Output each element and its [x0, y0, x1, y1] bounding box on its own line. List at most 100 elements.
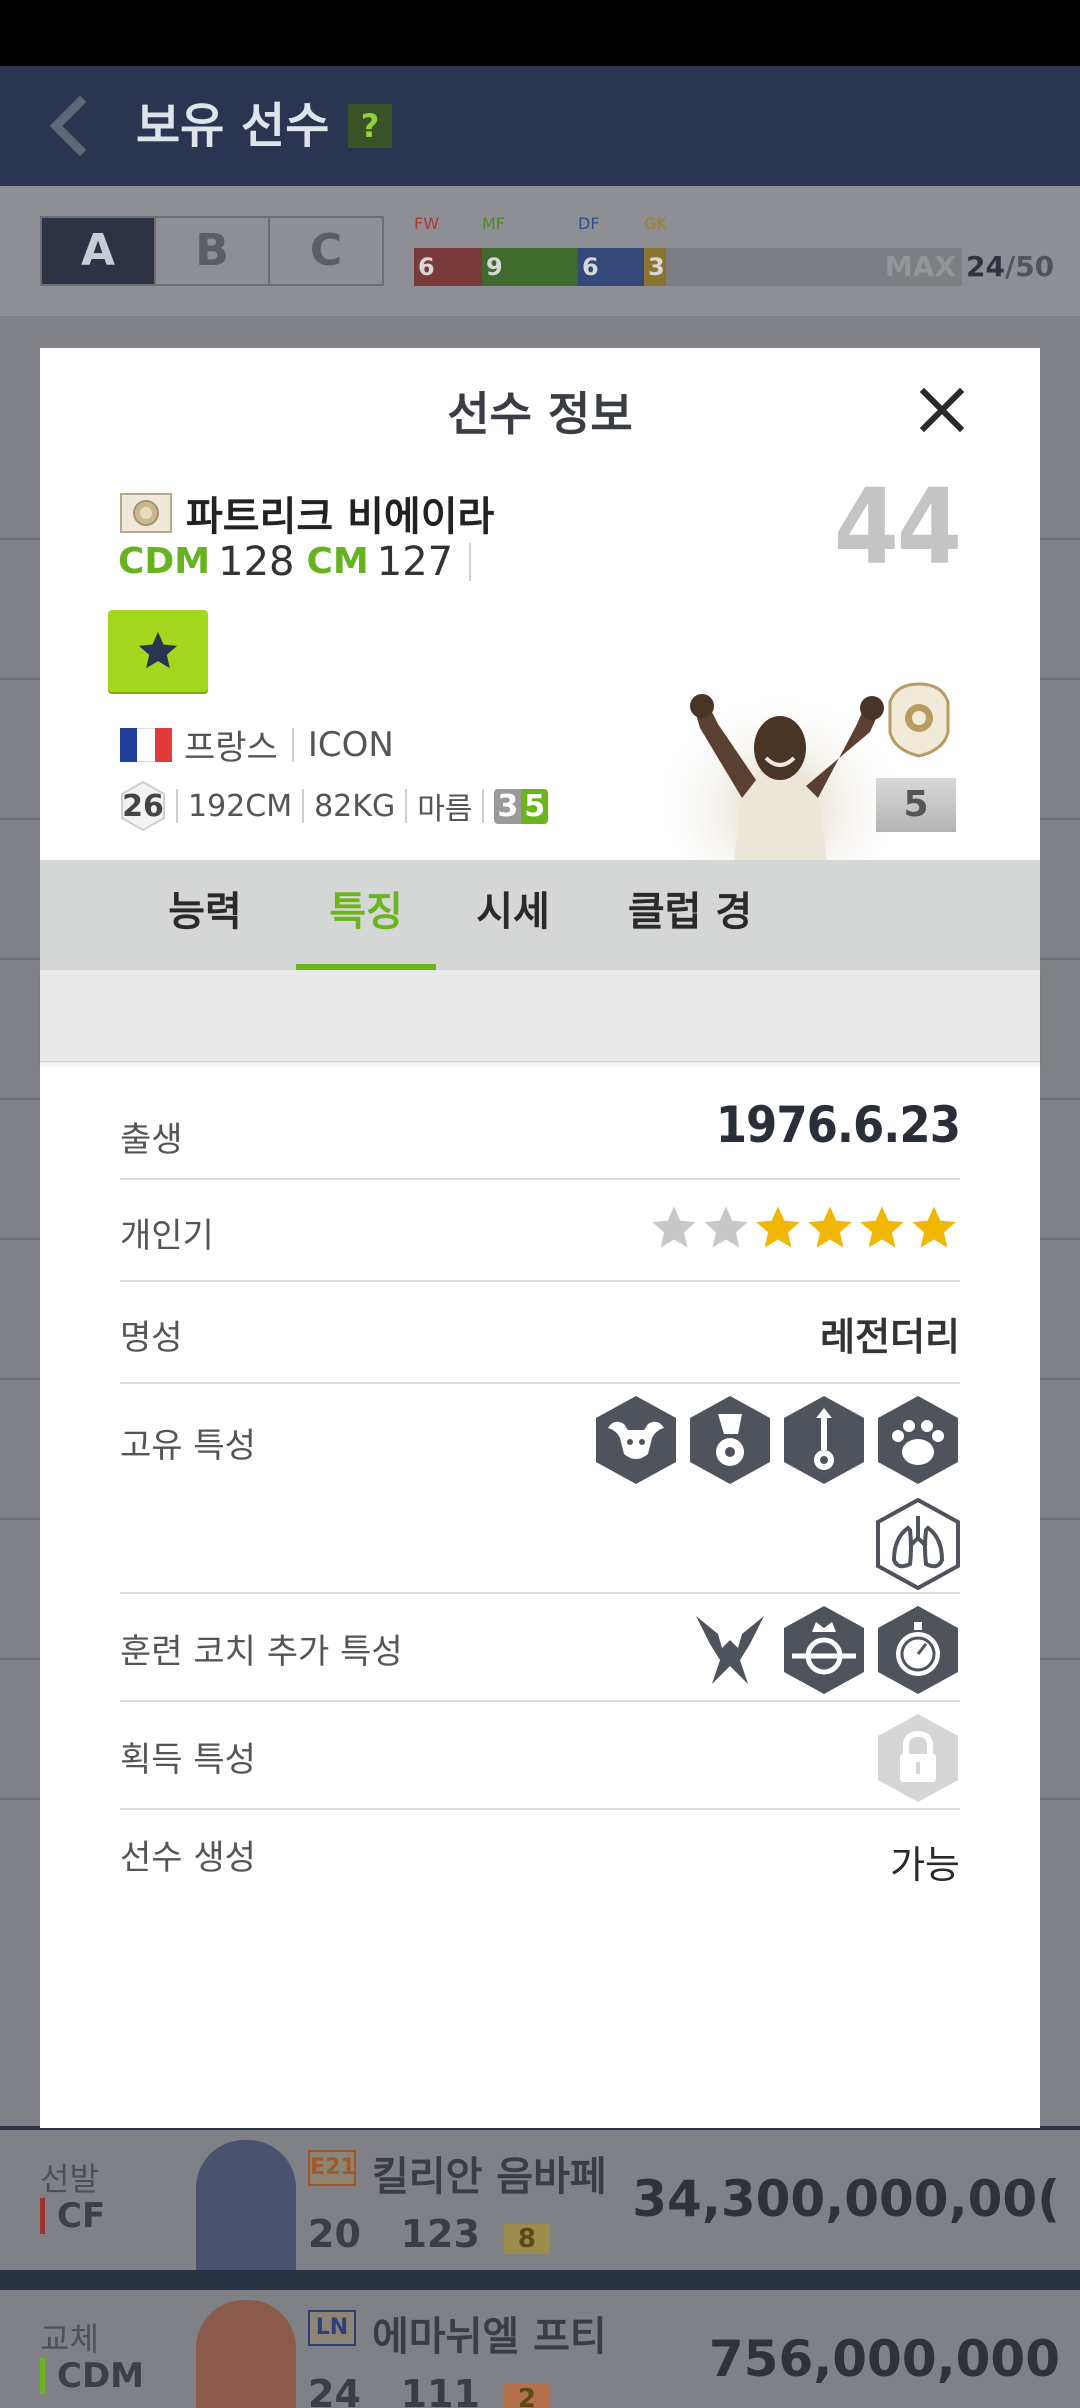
reputation-label: 명성 [120, 1318, 183, 1358]
coach-traits-row: 훈련 코치 추가 특성 [120, 1594, 960, 1702]
acquired-traits [580, 1712, 960, 1804]
tab-stats[interactable]: 능력치 [150, 860, 260, 1039]
df-label: DF [578, 214, 600, 233]
player-name: 파트리크 비에이라 [186, 494, 495, 540]
mf-label: MF [482, 214, 506, 233]
team-tab-a[interactable]: A [42, 218, 156, 284]
row-stats: 20 123 8 [308, 2212, 551, 2256]
list-item[interactable]: 선발 CF E21 킬리안 음바페 20 123 8 34,300,000,00( [0, 2130, 1080, 2270]
stopwatch-trait-icon[interactable] [876, 1604, 960, 1696]
long-shot-trait-icon[interactable] [782, 1394, 866, 1486]
gk-count: 3 [644, 248, 666, 286]
row-price: 34,300,000,00( [632, 2170, 1060, 2228]
weight: 82KG [314, 788, 396, 824]
close-icon [919, 387, 965, 433]
star-icon [138, 631, 178, 669]
fw-count: 6 [414, 248, 482, 286]
star-filled-icon [756, 1206, 800, 1248]
lungs-trait-icon[interactable] [876, 1498, 960, 1590]
paw-trait-icon[interactable] [876, 1394, 960, 1486]
divider [302, 789, 305, 823]
divider [482, 789, 485, 823]
icon-class-emblem-icon [888, 682, 950, 758]
player-info-dialog: 선수 정보 파트리크 비에이라 44 CDM 128 CM 127 프랑스 IC… [40, 348, 1040, 2128]
divider [469, 543, 472, 581]
row-player-name: 킬리안 음바페 [372, 2154, 607, 2200]
popularity-row: 개인기 [120, 1180, 960, 1282]
crown-target-trait-icon[interactable] [782, 1604, 866, 1696]
star-empty-icon [704, 1206, 748, 1248]
dribble-ball-trait-icon[interactable] [688, 1394, 772, 1486]
row-stats: 24 111 2 [308, 2372, 551, 2408]
info-tabs: 능력치 특징 시세 클럽 경력 [40, 860, 1040, 1039]
row-player-name: 에마뉘엘 프티 [372, 2314, 607, 2360]
unique-traits-row: 고유 특성 [120, 1384, 960, 1594]
tab-club-history[interactable]: 클럽 경력 [610, 860, 770, 1039]
nation-row: 프랑스 ICON [120, 720, 394, 769]
help-button[interactable]: ? [348, 104, 392, 148]
divider [291, 727, 294, 762]
popularity-label: 개인기 [120, 1216, 214, 1256]
skill-moves: 3 5 [494, 788, 549, 824]
status-bar [0, 0, 1080, 66]
row-position: CDM [40, 2358, 144, 2394]
star-filled-icon [808, 1206, 852, 1248]
star-empty-icon [652, 1206, 696, 1248]
max-label: MAX [884, 250, 956, 283]
age-badge: 26 [120, 780, 166, 832]
df-count: 6 [578, 248, 644, 286]
list-item[interactable]: 교체 CDM LN 에마뉘엘 프티 24 111 2 756,000,000 [0, 2290, 1080, 2408]
tackle-trait-icon[interactable] [688, 1604, 772, 1696]
acquired-traits-row: 획득 특성 [120, 1702, 960, 1810]
team-tab-c[interactable]: C [270, 218, 382, 284]
height: 192CM [188, 788, 293, 824]
avatar [196, 2300, 296, 2408]
team-tab-b[interactable]: B [156, 218, 270, 284]
birth-value: 1976.6.23 [715, 1096, 961, 1154]
close-button[interactable] [902, 370, 982, 450]
acquired-traits-label: 획득 특성 [120, 1740, 256, 1780]
squad-composition-bar: FW MF DF GK 6 9 6 3 MAX [414, 214, 962, 286]
season-badge: E21 [308, 2150, 356, 2186]
grade-badge[interactable] [108, 610, 208, 692]
squad-count: 24/50 [966, 250, 1055, 283]
row-position: CF [40, 2198, 105, 2234]
row-role: 선발 [40, 2160, 99, 2198]
back-arrow-icon[interactable] [40, 94, 104, 158]
france-flag-icon [120, 727, 172, 762]
nation-name: 프랑스 [184, 728, 278, 768]
divider [405, 789, 408, 823]
season-name: ICON [307, 724, 394, 765]
body-type: 마름 [417, 792, 473, 827]
bull-trait-icon[interactable] [594, 1394, 678, 1486]
unique-traits [580, 1394, 960, 1590]
lock-icon[interactable] [876, 1712, 960, 1804]
star-filled-icon [912, 1206, 956, 1248]
squad-toolbar: A B C FW MF DF GK 6 9 6 3 MAX 24/50 [0, 186, 1080, 316]
season-badge: LN [308, 2310, 356, 2346]
gk-label: GK [644, 214, 667, 233]
enhance-level-badge: 5 [876, 778, 956, 832]
position-code: CDM [118, 541, 211, 582]
player-generate-row: 선수 생성 가능 [120, 1810, 960, 1910]
position-ratings: CDM 128 CM 127 [118, 538, 472, 586]
popularity-stars [648, 1202, 960, 1254]
page-title: 보유 선수 [136, 98, 330, 154]
reputation-row: 명성 레전더리 [120, 1282, 960, 1384]
mf-count: 9 [482, 248, 578, 286]
app-header: 보유 선수 ? [0, 66, 1080, 186]
generate-value: 가능 [890, 1843, 960, 1887]
weak-foot: 3 [494, 788, 522, 824]
tab-market-price[interactable]: 시세 [476, 860, 550, 970]
icon-season-icon [120, 493, 172, 533]
player-name-row: 파트리크 비에이라 [120, 484, 494, 542]
birth-row: 출생 1976.6.23 [120, 1094, 961, 1180]
team-tabs: A B C [40, 216, 384, 286]
avatar [196, 2140, 296, 2270]
row-role: 교체 [40, 2320, 99, 2358]
tab-traits[interactable]: 특징 [296, 860, 436, 970]
position-rating: 128 [218, 539, 295, 585]
position-rating: 127 [376, 539, 454, 585]
strong-foot: 5 [521, 788, 549, 824]
player-overall: 44 [833, 466, 962, 588]
